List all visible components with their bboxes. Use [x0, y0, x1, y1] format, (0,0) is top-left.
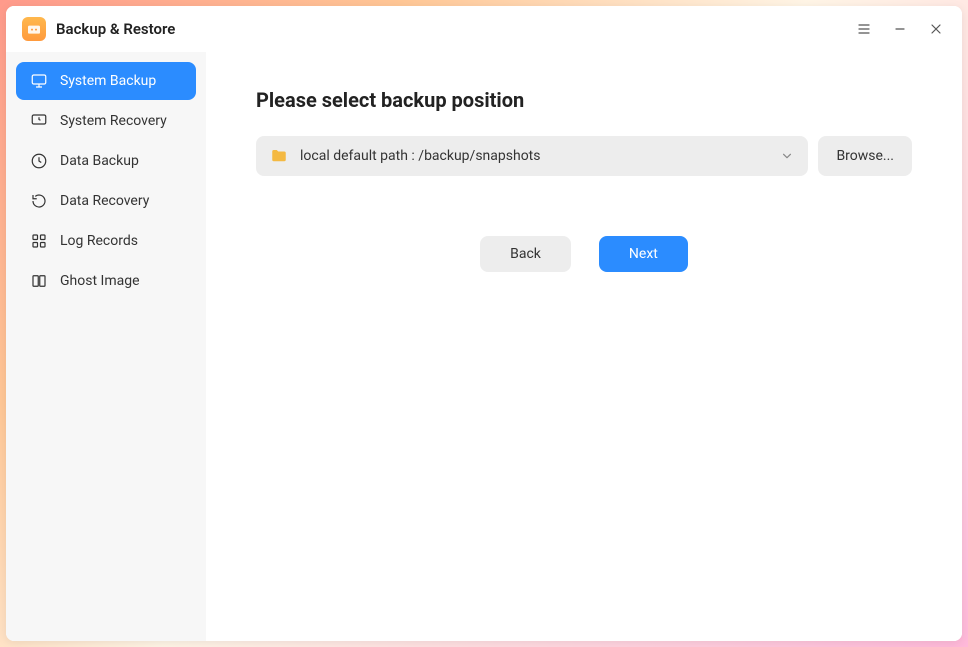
app-body: System Backup System Recovery Data Backu…: [6, 52, 962, 641]
sidebar-item-label: System Backup: [60, 73, 156, 89]
page-heading: Please select backup position: [256, 88, 912, 112]
data-recovery-icon: [30, 192, 48, 210]
system-backup-icon: [30, 72, 48, 90]
sidebar-item-log-records[interactable]: Log Records: [16, 222, 196, 260]
back-button-label: Back: [510, 246, 541, 262]
sidebar-item-system-backup[interactable]: System Backup: [16, 62, 196, 100]
backup-path-select[interactable]: local default path : /backup/snapshots: [256, 136, 808, 176]
app-title: Backup & Restore: [56, 20, 175, 38]
data-backup-icon: [30, 152, 48, 170]
window-controls: [850, 15, 950, 43]
next-button[interactable]: Next: [599, 236, 688, 272]
menu-button[interactable]: [850, 15, 878, 43]
action-row: Back Next: [256, 236, 912, 272]
sidebar-item-label: Ghost Image: [60, 273, 140, 289]
sidebar-item-label: Data Recovery: [60, 193, 149, 209]
sidebar-item-label: System Recovery: [60, 113, 167, 129]
app-window: Backup & Restore System Backup: [6, 6, 962, 641]
ghost-image-icon: [30, 272, 48, 290]
log-records-icon: [30, 232, 48, 250]
next-button-label: Next: [629, 246, 658, 262]
path-row: local default path : /backup/snapshots B…: [256, 136, 912, 176]
backup-path-value: local default path : /backup/snapshots: [300, 148, 768, 164]
titlebar: Backup & Restore: [6, 6, 962, 52]
sidebar-item-ghost-image[interactable]: Ghost Image: [16, 262, 196, 300]
back-button[interactable]: Back: [480, 236, 571, 272]
app-icon: [22, 17, 46, 41]
sidebar-item-label: Data Backup: [60, 153, 139, 169]
close-button[interactable]: [922, 15, 950, 43]
main-content: Please select backup position local defa…: [206, 52, 962, 641]
chevron-down-icon: [780, 149, 794, 163]
browse-button[interactable]: Browse...: [818, 136, 912, 176]
minimize-button[interactable]: [886, 15, 914, 43]
sidebar: System Backup System Recovery Data Backu…: [6, 52, 206, 641]
sidebar-item-data-backup[interactable]: Data Backup: [16, 142, 196, 180]
sidebar-item-data-recovery[interactable]: Data Recovery: [16, 182, 196, 220]
system-recovery-icon: [30, 112, 48, 130]
browse-button-label: Browse...: [836, 148, 894, 164]
folder-icon: [270, 147, 288, 165]
sidebar-item-system-recovery[interactable]: System Recovery: [16, 102, 196, 140]
sidebar-item-label: Log Records: [60, 233, 138, 249]
